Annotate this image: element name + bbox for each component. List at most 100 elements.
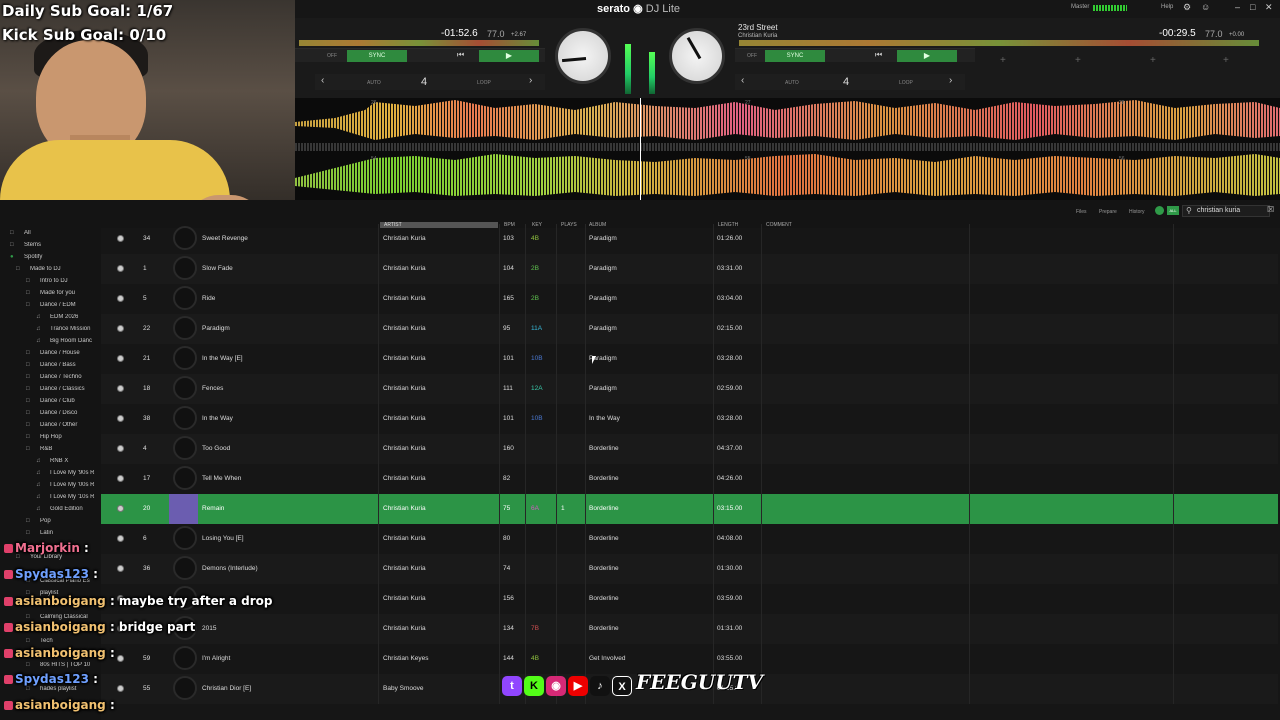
track-album: Borderline — [589, 625, 619, 632]
tab-files[interactable]: Files — [1076, 209, 1087, 215]
table-row[interactable]: 17 Tell Me When Christian Kuria 82 Borderlin… — [101, 464, 1278, 494]
track-album: Borderline — [589, 475, 619, 482]
sample-slot-4[interactable]: + — [1223, 55, 1229, 66]
mixer — [545, 18, 735, 98]
sample-slot-1[interactable]: + — [1000, 55, 1006, 66]
chat-message: asianboigang : bridge part — [4, 620, 195, 634]
sidebar-item[interactable]: Dance / House — [40, 350, 101, 356]
deck-right-platter[interactable] — [669, 28, 725, 84]
sidebar-item[interactable]: Stems — [24, 242, 101, 248]
sidebar-item[interactable]: Gold Edition — [50, 506, 101, 512]
loop-size[interactable]: 4 — [421, 76, 427, 88]
sidebar-item[interactable]: All — [24, 230, 101, 236]
status-dot — [117, 445, 124, 452]
sidebar-item[interactable]: Dance / EDM — [40, 302, 101, 308]
sidebar-item[interactable]: RNB X — [50, 458, 101, 464]
track-artist: Christian Kuria — [383, 445, 426, 452]
sidebar-item[interactable]: Dance / Techno — [40, 374, 101, 380]
sidebar-item[interactable]: Dance / Club — [40, 398, 101, 404]
settings-icon[interactable]: ⚙ — [1183, 2, 1191, 13]
playlist-icon: ♫ — [36, 338, 41, 344]
sidebar-item[interactable]: Spotify — [24, 254, 101, 260]
loop-label[interactable]: LOOP — [477, 80, 491, 86]
track-key: 11A — [531, 325, 543, 332]
sidebar-item[interactable]: Big Room Danc — [50, 338, 101, 344]
table-row[interactable]: 21 In the Way [E] Christian Kuria 101 10B Par… — [101, 344, 1278, 374]
track-length: 03:31.00 — [717, 265, 743, 272]
close-icon[interactable]: ✕ — [1265, 2, 1273, 13]
table-row[interactable]: 5 Ride Christian Kuria 165 2B Paradigm 03:04.0… — [101, 284, 1278, 314]
sidebar-item[interactable]: Hip Hop — [40, 434, 101, 440]
deck-left-cue-button[interactable]: ⏮ — [457, 50, 464, 60]
tab-history[interactable]: History — [1129, 209, 1145, 215]
waveform-display[interactable]: 26 27 28 54 55 56 — [295, 98, 1280, 200]
sidebar-item[interactable]: Intro to DJ — [40, 278, 101, 284]
help-menu[interactable]: Help — [1161, 4, 1173, 10]
table-row[interactable]: 2015 Christian Kuria 134 7B Borderline 01:31.… — [101, 614, 1278, 644]
sample-slot-2[interactable]: + — [1075, 55, 1081, 66]
playlist-icon: ♫ — [36, 326, 41, 332]
tab-prepare[interactable]: Prepare — [1099, 209, 1117, 215]
spotify-filter-icon[interactable] — [1155, 206, 1164, 215]
table-row[interactable]: 18 Fences Christian Kuria 111 12A Paradigm 02:… — [101, 374, 1278, 404]
loop-next-icon[interactable]: › — [529, 75, 532, 86]
sidebar-item[interactable]: EDM 2026 — [50, 314, 101, 320]
sidebar-item[interactable]: I Love My '10s R — [50, 494, 101, 500]
sidebar-item[interactable]: Tech — [40, 638, 101, 644]
sidebar-item[interactable]: Latin — [40, 530, 101, 536]
deck-left-platter[interactable] — [555, 28, 611, 84]
loop-prev-icon[interactable]: ‹ — [321, 75, 324, 86]
track-artist: Christian Kuria — [383, 265, 426, 272]
maximize-icon[interactable]: □ — [1250, 2, 1255, 12]
deck-left-off-button[interactable]: OFF — [327, 53, 337, 59]
sidebar-item[interactable]: Made for you — [40, 290, 101, 296]
track-album: Paradigm — [589, 235, 617, 242]
deck-right-off-button[interactable]: OFF — [747, 53, 757, 59]
sample-slot-3[interactable]: + — [1150, 55, 1156, 66]
track-key: 10B — [531, 355, 543, 362]
table-row[interactable]: 4 Too Good Christian Kuria 160 Borderline 04:… — [101, 434, 1278, 464]
table-row[interactable]: 22 Paradigm Christian Kuria 95 11A Paradigm 02… — [101, 314, 1278, 344]
deck-left-sync-button[interactable]: SYNC — [347, 50, 407, 62]
track-number: 4 — [143, 445, 147, 452]
sidebar-item[interactable]: I Love My '90s R — [50, 470, 101, 476]
deck-right-cue-button[interactable]: ⏮ — [875, 50, 882, 60]
badge-icon — [4, 701, 13, 710]
all-filter-button[interactable]: ALL — [1167, 206, 1179, 215]
table-row[interactable]: 36 Demons (Interlude) Christian Kuria 74 Bor… — [101, 554, 1278, 584]
sidebar-item[interactable]: Made to DJ — [30, 266, 101, 272]
table-row[interactable]: 20 Remain Christian Kuria 75 6A 1 Borderline 03… — [101, 494, 1278, 524]
minimize-icon[interactable]: – — [1235, 2, 1240, 12]
search-input[interactable]: christian kuria — [1182, 205, 1270, 217]
loop-label[interactable]: LOOP — [899, 80, 913, 86]
table-row[interactable]: 38 In the Way Christian Kuria 101 10B In the … — [101, 404, 1278, 434]
sidebar-item[interactable]: Dance / Classics — [40, 386, 101, 392]
deck-right-sync-button[interactable]: SYNC — [765, 50, 825, 62]
sidebar-item[interactable]: Dance / Disco — [40, 410, 101, 416]
sidebar-item[interactable]: hades playlist — [40, 686, 101, 692]
table-row[interactable]: 34 Sweet Revenge Christian Kuria 103 4B Parad… — [101, 224, 1278, 254]
sidebar-item[interactable]: R&B — [40, 446, 101, 452]
chat-username: asianboigang — [15, 594, 106, 608]
deck-left-play-button[interactable]: ▶ — [479, 50, 539, 62]
deck-left-overview[interactable] — [299, 40, 539, 46]
sidebar-item[interactable]: 80s HITS | TOP 10 — [40, 662, 101, 668]
table-row[interactable]: 6 Losing You [E] Christian Kuria 80 Borderli… — [101, 524, 1278, 554]
account-icon[interactable]: ☺ — [1201, 2, 1210, 12]
track-key: 12A — [531, 385, 543, 392]
sidebar-item[interactable]: Pop — [40, 518, 101, 524]
vinyl-icon — [173, 526, 197, 550]
table-row[interactable]: Christian Kuria 156 Borderline 03:59.00 — [101, 584, 1278, 614]
sidebar-item[interactable]: I Love My '00s R — [50, 482, 101, 488]
table-row[interactable]: 1 Slow Fade Christian Kuria 104 2B Paradigm 03… — [101, 254, 1278, 284]
clear-search-icon[interactable]: ☒ — [1267, 205, 1274, 214]
loop-size[interactable]: 4 — [843, 76, 849, 88]
loop-next-icon[interactable]: › — [949, 75, 952, 86]
sidebar-item[interactable]: Trance Mission — [50, 326, 101, 332]
loop-prev-icon[interactable]: ‹ — [741, 75, 744, 86]
sidebar-item[interactable]: Dance / Bass — [40, 362, 101, 368]
deck-right-play-button[interactable]: ▶ — [897, 50, 957, 62]
deck-right-overview[interactable] — [739, 40, 1259, 46]
sidebar-item[interactable]: Dance / Other — [40, 422, 101, 428]
chat-message: Marjorkin : — [4, 541, 89, 555]
